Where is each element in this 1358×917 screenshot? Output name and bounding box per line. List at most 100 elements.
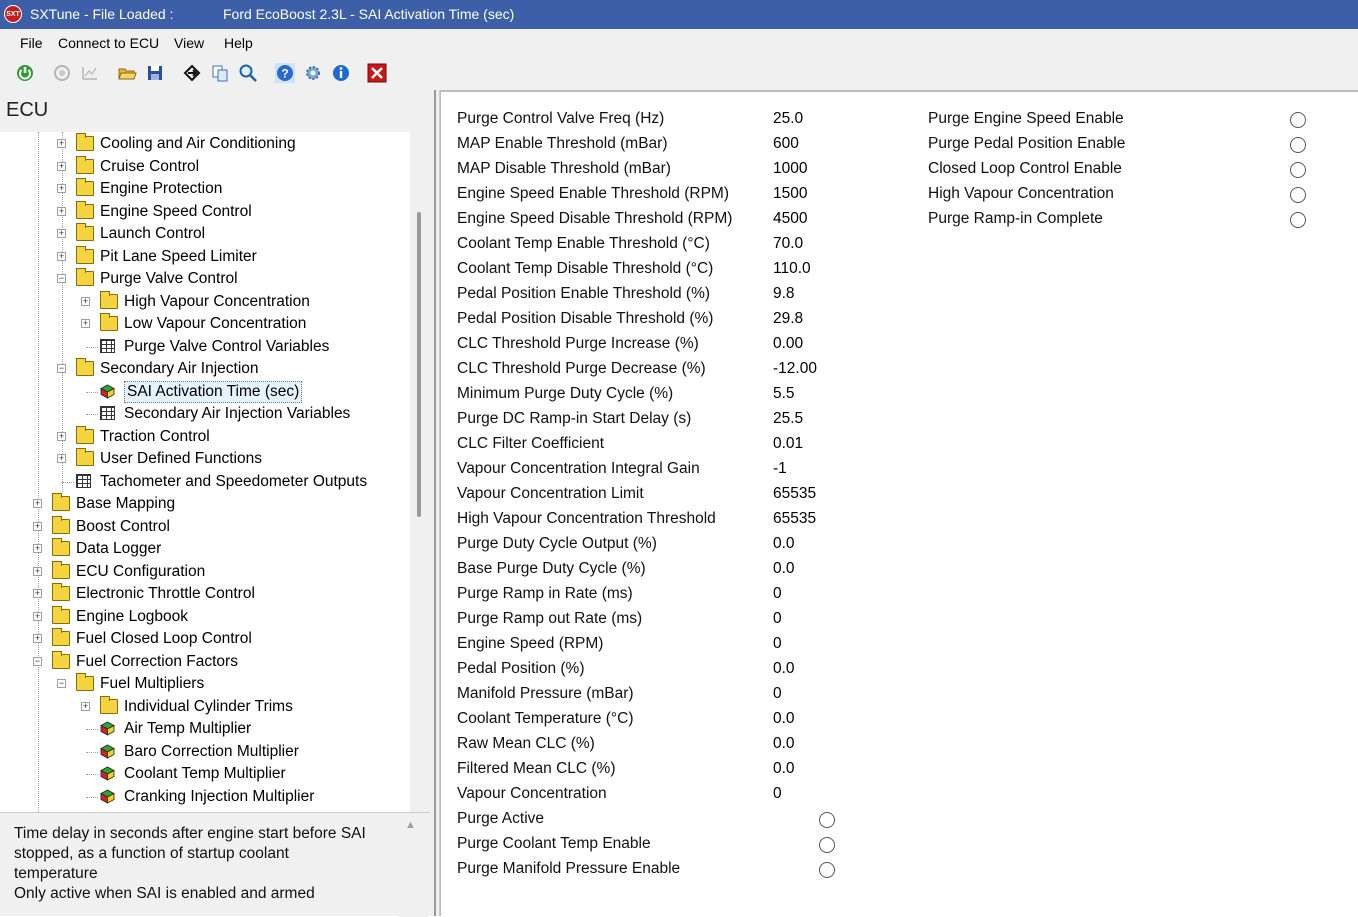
expand-icon[interactable]: + [33,499,42,508]
parameter-value[interactable]: 25.5 [773,410,803,428]
parameter-value[interactable]: 600 [773,135,799,153]
parameter-value[interactable]: 0.01 [773,435,803,453]
close-icon[interactable] [367,63,387,83]
tree-item[interactable]: + Traction Control [0,425,410,448]
tree-item[interactable]: Coolant Temp Multiplier [0,763,410,785]
collapse-icon[interactable]: − [57,274,66,283]
parameter-value[interactable]: 25.0 [773,110,803,128]
disconnect-icon[interactable] [52,63,72,83]
parameter-value[interactable]: 110.0 [773,260,811,278]
parameter-label: CLC Threshold Purge Decrease (%) [457,360,706,377]
save-icon[interactable] [145,63,165,83]
tree-item[interactable]: Secondary Air Injection Variables [0,403,410,425]
settings-icon[interactable] [303,63,323,83]
tree-item[interactable]: + Launch Control [0,223,410,245]
expand-icon[interactable]: + [81,701,90,711]
tree-item[interactable]: Tachometer and Speedometer Outputs [0,471,410,493]
parameter-value[interactable]: 4500 [773,210,807,228]
tree-item[interactable]: + ECU Configuration [0,560,410,583]
parameter-value[interactable]: 5.5 [773,385,795,403]
expand-icon[interactable]: + [57,139,66,148]
scroll-up-arrow-icon[interactable]: ▲ [405,819,416,831]
map-3d-icon [100,744,115,759]
folder-icon [76,223,94,241]
expand-icon[interactable]: + [57,184,66,193]
tree-item[interactable]: Cranking Injection Multiplier [0,786,410,808]
expand-icon[interactable]: + [81,296,90,306]
parameter-value[interactable]: 29.8 [773,310,803,328]
splitter-grip[interactable] [434,90,436,916]
parameter-value[interactable]: 0.00 [773,335,803,353]
parameter-value[interactable]: 1000 [773,160,807,178]
tree-item[interactable]: − Fuel Multipliers [0,673,410,695]
tree-item[interactable]: SAI Activation Time (sec) [0,380,410,403]
parameter-value[interactable]: 65535 [773,510,816,528]
parameter-value[interactable]: 9.8 [773,285,795,303]
tree-item-label: High Vapour Concentration [124,292,310,310]
tree-item[interactable]: + Pit Lane Speed Limiter [0,245,410,268]
search-icon[interactable] [238,63,258,83]
parameter-value[interactable]: 70.0 [773,235,803,253]
expand-icon[interactable]: + [57,206,66,216]
parameter-value: 0.0 [773,660,795,677]
ecu-tree[interactable]: + Cooling and Air Conditioning + Cruise Con… [0,132,410,812]
expand-icon[interactable]: + [33,521,42,531]
parameter-value[interactable]: 65535 [773,485,816,503]
tree-scrollbar[interactable] [410,132,428,812]
parameter-label: Engine Speed (RPM) [457,635,604,652]
expand-icon[interactable]: + [57,161,66,171]
menu-view[interactable]: View [174,35,204,51]
expand-icon[interactable]: + [57,431,66,441]
tree-item[interactable]: Air Temp Multiplier [0,718,410,740]
chart-icon[interactable] [80,63,100,83]
flag-label: Purge Coolant Temp Enable [457,835,651,852]
expand-icon[interactable]: + [57,229,66,238]
open-folder-icon[interactable] [117,63,137,83]
tree-item[interactable]: Purge Valve Control Variables [0,336,410,358]
menu-help[interactable]: Help [224,35,253,51]
expand-icon[interactable]: + [33,634,42,643]
collapse-icon[interactable]: − [33,656,42,666]
tree-item[interactable]: + Data Logger [0,538,410,560]
parameter-value[interactable]: 1500 [773,185,807,203]
goto-icon[interactable] [182,63,202,83]
tree-item[interactable]: + High Vapour Concentration [0,290,410,313]
menu-file[interactable]: File [20,35,43,51]
expand-icon[interactable]: + [33,589,42,598]
info-icon[interactable] [331,63,351,83]
pane-splitter[interactable] [430,90,440,916]
expand-icon[interactable]: + [57,251,66,261]
expand-icon[interactable]: + [81,319,90,328]
tree-item[interactable]: + Low Vapour Concentration [0,313,410,335]
menu-connect-to-ecu[interactable]: Connect to ECU [58,35,159,51]
expand-icon[interactable]: + [33,544,42,553]
folder-icon [76,200,94,219]
tree-item[interactable]: + Engine Logbook [0,605,410,628]
tree-item[interactable]: + Engine Protection [0,178,410,200]
tree-item[interactable]: + Engine Speed Control [0,200,410,223]
parameter-value[interactable]: -12.00 [773,360,817,378]
copy-icon[interactable] [210,63,230,83]
power-icon[interactable] [15,63,35,83]
help-icon[interactable]: ? [275,63,295,83]
collapse-icon[interactable]: − [57,364,66,373]
expand-icon[interactable]: + [57,454,66,463]
tree-item[interactable]: + Fuel Closed Loop Control [0,628,410,650]
expand-icon[interactable]: + [33,566,42,576]
tree-item[interactable]: + Base Mapping [0,493,410,515]
tree-item[interactable]: + Individual Cylinder Trims [0,695,410,718]
tree-scroll-thumb[interactable] [417,212,421,517]
tree-item[interactable]: − Fuel Correction Factors [0,650,410,673]
parameter-value[interactable]: -1 [773,460,787,478]
tree-item[interactable]: − Purge Valve Control [0,268,410,290]
tree-item[interactable]: + Cruise Control [0,155,410,178]
expand-icon[interactable]: + [33,611,42,621]
collapse-icon[interactable]: − [57,679,66,688]
tree-item[interactable]: + Electronic Throttle Control [0,583,410,605]
description-scrollbar[interactable]: ▲ [398,813,428,917]
tree-item[interactable]: − Secondary Air Injection [0,358,410,380]
tree-item[interactable]: + Boost Control [0,515,410,538]
tree-item[interactable]: Baro Correction Multiplier [0,741,410,763]
tree-item[interactable]: + Cooling and Air Conditioning [0,133,410,155]
tree-item[interactable]: + User Defined Functions [0,448,410,470]
